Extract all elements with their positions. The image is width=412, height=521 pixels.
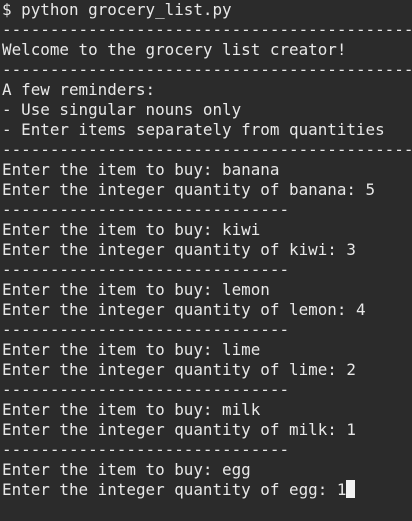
separator-line: ----------------------------------------… [2,20,412,39]
reminder-item: - Use singular nouns only [2,100,242,119]
item-prompt-line: Enter the item to buy: egg [2,460,251,479]
command-line: $ python grocery_list.py [2,0,232,19]
quantity-prompt-line: Enter the integer quantity of lemon: 4 [2,300,366,319]
quantity-prompt-line: Enter the integer quantity of banana: 5 [2,180,376,199]
item-prompt-line: Enter the item to buy: lime [2,340,261,359]
separator-line: ------------------------------ [2,320,290,339]
separator-line: ------------------------------ [2,440,290,459]
separator-line: ------------------------------ [2,200,290,219]
separator-line: ----------------------------------------… [2,60,412,79]
separator-line: ------------------------------ [2,260,290,279]
active-input-line[interactable]: Enter the integer quantity of egg: 1 [2,480,412,500]
terminal-window[interactable]: $ python grocery_list.py ---------------… [0,0,412,521]
item-prompt-line: Enter the item to buy: banana [2,160,280,179]
quantity-prompt-line: Enter the integer quantity of kiwi: 3 [2,240,356,259]
quantity-prompt: Enter the integer quantity of egg: [2,480,337,499]
reminder-item: - Enter items separately from quantities [2,120,385,139]
item-prompt-line: Enter the item to buy: kiwi [2,220,261,239]
reminders-heading: A few reminders: [2,80,156,99]
item-prompt-line: Enter the item to buy: milk [2,400,261,419]
typed-input[interactable]: 1 [337,480,347,499]
separator-line: ------------------------------ [2,380,290,399]
separator-line: ----------------------------------------… [2,140,412,159]
quantity-prompt-line: Enter the integer quantity of milk: 1 [2,420,356,439]
item-prompt-line: Enter the item to buy: lemon [2,280,270,299]
welcome-message: Welcome to the grocery list creator! [2,40,347,59]
quantity-prompt-line: Enter the integer quantity of lime: 2 [2,360,356,379]
text-cursor [346,480,356,498]
